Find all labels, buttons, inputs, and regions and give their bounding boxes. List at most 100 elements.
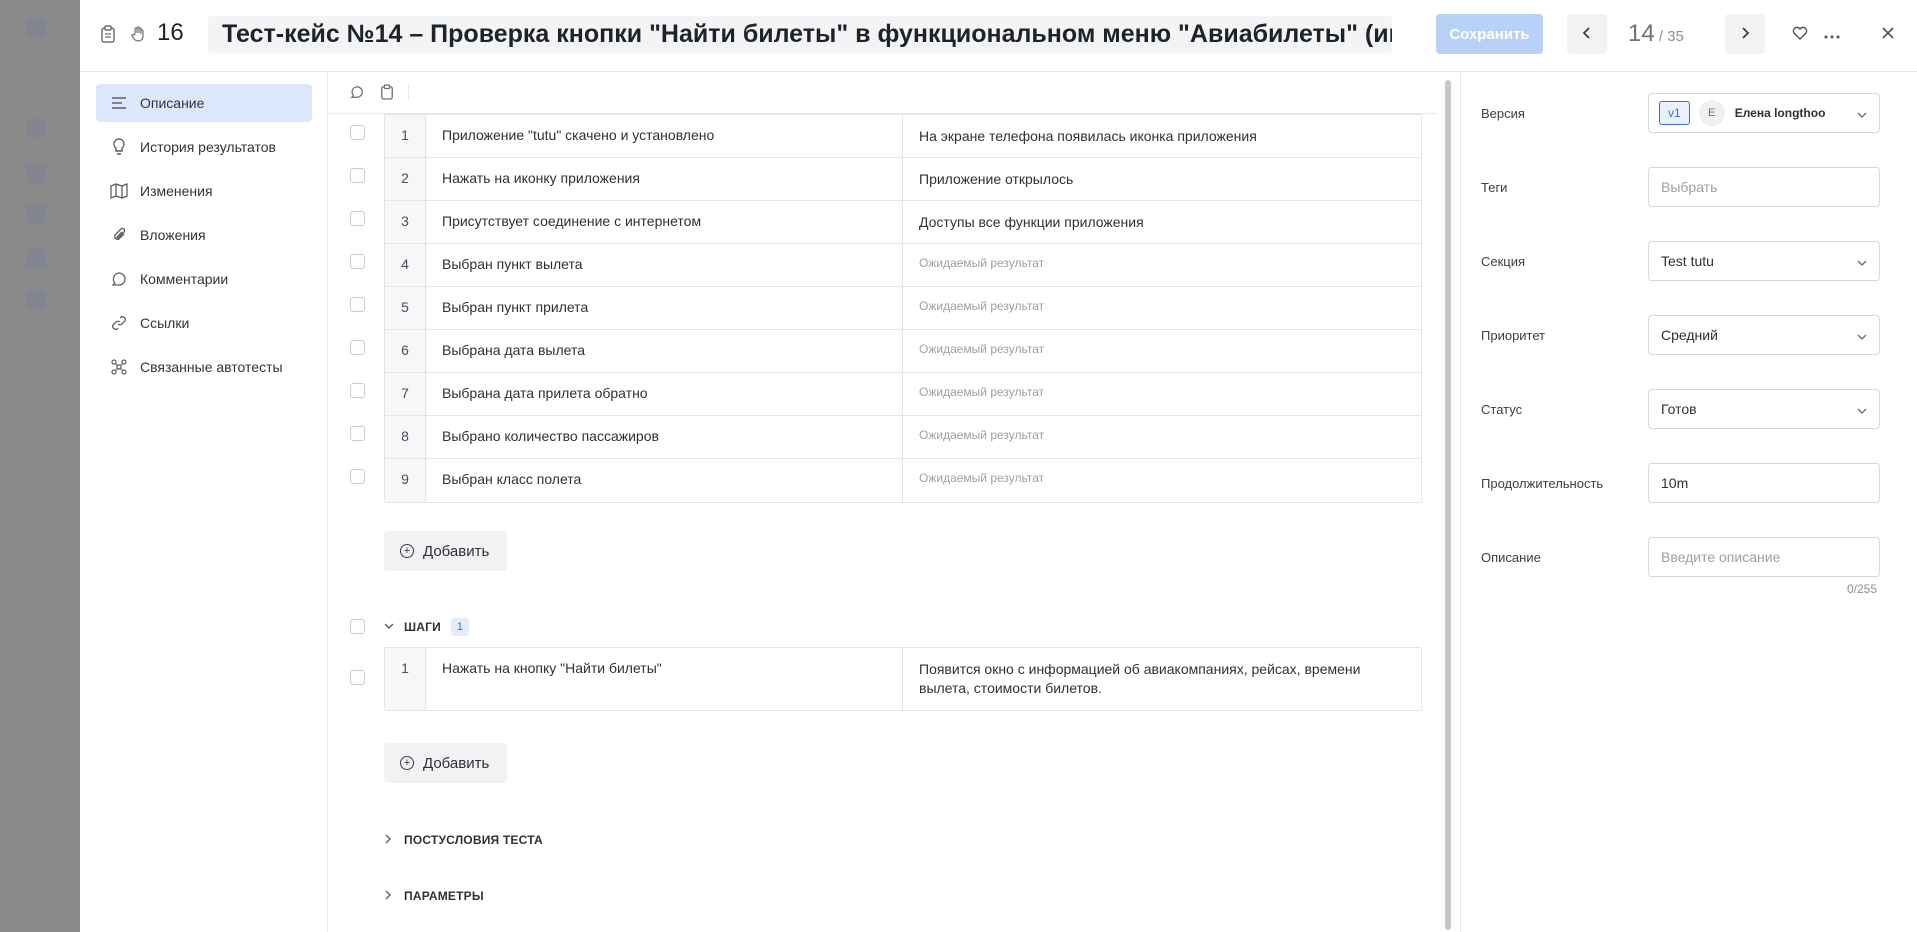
- step-expected[interactable]: Появится окно с информацией об авиакомпа…: [903, 648, 1421, 710]
- step-number: 6: [385, 330, 426, 372]
- step-number: 1: [385, 648, 426, 710]
- favorite-button[interactable]: [1786, 20, 1814, 48]
- description-textarea[interactable]: Введите описание: [1648, 537, 1880, 577]
- row-checkbox[interactable]: [350, 426, 365, 441]
- previous-button[interactable]: [1567, 14, 1607, 54]
- comment-toggle-button[interactable]: [348, 84, 366, 102]
- tags-select[interactable]: Выбрать: [1648, 167, 1880, 207]
- steps-section-header[interactable]: ШАГИ 1: [384, 617, 469, 637]
- step-number: 5: [385, 287, 426, 329]
- step-action[interactable]: Приложение "tutu" скачено и установлено: [426, 115, 903, 157]
- step-number: 1: [385, 115, 426, 157]
- step-expected-placeholder[interactable]: Ожидаемый результат: [903, 330, 1421, 372]
- counter-total: / 35: [1654, 28, 1684, 45]
- nav-item-comments[interactable]: Комментарии: [96, 260, 312, 298]
- step-expected-placeholder[interactable]: Ожидаемый результат: [903, 287, 1421, 329]
- nav-item-links[interactable]: Ссылки: [96, 304, 312, 342]
- next-button[interactable]: [1725, 14, 1765, 54]
- background-nav-icon: [26, 248, 46, 268]
- section-label: Секция: [1481, 254, 1526, 269]
- chevron-down-icon: [384, 621, 398, 633]
- background-nav-icon: [26, 290, 46, 310]
- nav-item-linked-autotests[interactable]: Связанные автотесты: [96, 348, 312, 386]
- row-checkbox[interactable]: [350, 254, 365, 269]
- step-action[interactable]: Выбрана дата вылета: [426, 330, 903, 372]
- left-navigation: Описание История результатов Изменения В…: [80, 72, 328, 932]
- steps-count-badge: 1: [450, 618, 469, 636]
- hand-icon: [128, 22, 148, 46]
- nav-item-results-history[interactable]: История результатов: [96, 128, 312, 166]
- clipboard-button[interactable]: [378, 83, 396, 102]
- add-step-button[interactable]: + Добавить: [384, 743, 507, 783]
- section-select[interactable]: Test tutu: [1648, 241, 1880, 281]
- version-select[interactable]: v1 E Елена longthoo: [1648, 93, 1880, 133]
- nav-item-attachments[interactable]: Вложения: [96, 216, 312, 254]
- row-checkbox[interactable]: [350, 469, 365, 484]
- step-action[interactable]: Выбрано количество пассажиров: [426, 416, 903, 458]
- step-number: 7: [385, 373, 426, 415]
- chevron-down-icon: [1857, 328, 1867, 344]
- step-number: 3: [385, 201, 426, 243]
- paperclip-icon: [108, 224, 130, 246]
- step-expected[interactable]: На экране телефона появилась иконка прил…: [903, 115, 1421, 157]
- step-expected[interactable]: Приложение открылось: [903, 158, 1421, 200]
- background-nav-icon: [26, 164, 46, 184]
- step-action[interactable]: Выбран класс полета: [426, 459, 903, 502]
- counter-current: 14: [1628, 20, 1655, 47]
- step-action[interactable]: Выбрана дата прилета обратно: [426, 373, 903, 415]
- step-action[interactable]: Выбран пункт прилета: [426, 287, 903, 329]
- plus-circle-icon: +: [400, 544, 414, 558]
- row-checkbox[interactable]: [350, 670, 365, 685]
- row-checkbox[interactable]: [350, 168, 365, 183]
- title-input[interactable]: Тест-кейс №14 – Проверка кнопки "Найти б…: [208, 16, 1392, 53]
- row-checkbox[interactable]: [350, 211, 365, 226]
- nav-item-label: Комментарии: [140, 271, 229, 287]
- row-checkbox[interactable]: [350, 297, 365, 312]
- parameters-title: ПАРАМЕТРЫ: [404, 889, 484, 903]
- step-expected-placeholder[interactable]: Ожидаемый результат: [903, 373, 1421, 415]
- step-number: 2: [385, 158, 426, 200]
- plus-circle-icon: +: [400, 756, 414, 770]
- nav-item-description[interactable]: Описание: [96, 84, 312, 122]
- section-checkbox[interactable]: [350, 619, 365, 634]
- table-row: 2 Нажать на иконку приложения Приложение…: [385, 158, 1421, 201]
- step-expected-placeholder[interactable]: Ожидаемый результат: [903, 244, 1421, 286]
- case-title: Тест-кейс №14 – Проверка кнопки "Найти б…: [222, 20, 1392, 48]
- step-action[interactable]: Присутствует соединение с интернетом: [426, 201, 903, 243]
- step-number: 4: [385, 244, 426, 286]
- table-row: 9 Выбран класс полета Ожидаемый результа…: [385, 459, 1421, 502]
- priority-value: Средний: [1661, 327, 1718, 343]
- duration-input[interactable]: 10m: [1648, 463, 1880, 503]
- chevron-right-icon: [384, 834, 398, 847]
- more-button[interactable]: [1818, 20, 1846, 48]
- row-checkbox[interactable]: [350, 125, 365, 140]
- table-row: 4 Выбран пункт вылета Ожидаемый результа…: [385, 244, 1421, 287]
- step-action[interactable]: Нажать на иконку приложения: [426, 158, 903, 200]
- tags-label: Теги: [1481, 180, 1508, 195]
- description-char-counter: 0/255: [1847, 582, 1878, 596]
- lines-icon: [108, 92, 130, 114]
- step-action[interactable]: Выбран пункт вылета: [426, 244, 903, 286]
- priority-label: Приоритет: [1481, 328, 1546, 343]
- step-expected[interactable]: Доступы все функции приложения: [903, 201, 1421, 243]
- chevron-left-icon: [1582, 26, 1592, 43]
- step-expected-placeholder[interactable]: Ожидаемый результат: [903, 459, 1421, 502]
- parameters-section-header[interactable]: ПАРАМЕТРЫ: [384, 886, 484, 906]
- postconditions-section-header[interactable]: ПОСТУСЛОВИЯ ТЕСТА: [384, 830, 543, 850]
- add-precondition-button[interactable]: + Добавить: [384, 531, 507, 571]
- step-action[interactable]: Нажать на кнопку "Найти билеты": [426, 648, 903, 710]
- row-checkbox[interactable]: [350, 340, 365, 355]
- save-button[interactable]: Сохранить: [1436, 14, 1543, 54]
- row-checkbox[interactable]: [350, 383, 365, 398]
- more-dots-icon: [1824, 26, 1840, 42]
- chevron-down-icon: [1857, 254, 1867, 270]
- background-nav-icon: [26, 204, 46, 224]
- nav-item-label: Вложения: [140, 227, 206, 243]
- status-select[interactable]: Готов: [1648, 389, 1880, 429]
- step-expected-placeholder[interactable]: Ожидаемый результат: [903, 416, 1421, 458]
- priority-select[interactable]: Средний: [1648, 315, 1880, 355]
- app-logo-icon: [26, 18, 46, 38]
- content-scrollbar[interactable]: [1445, 80, 1451, 930]
- nav-item-changes[interactable]: Изменения: [96, 172, 312, 210]
- close-button[interactable]: [1874, 20, 1902, 48]
